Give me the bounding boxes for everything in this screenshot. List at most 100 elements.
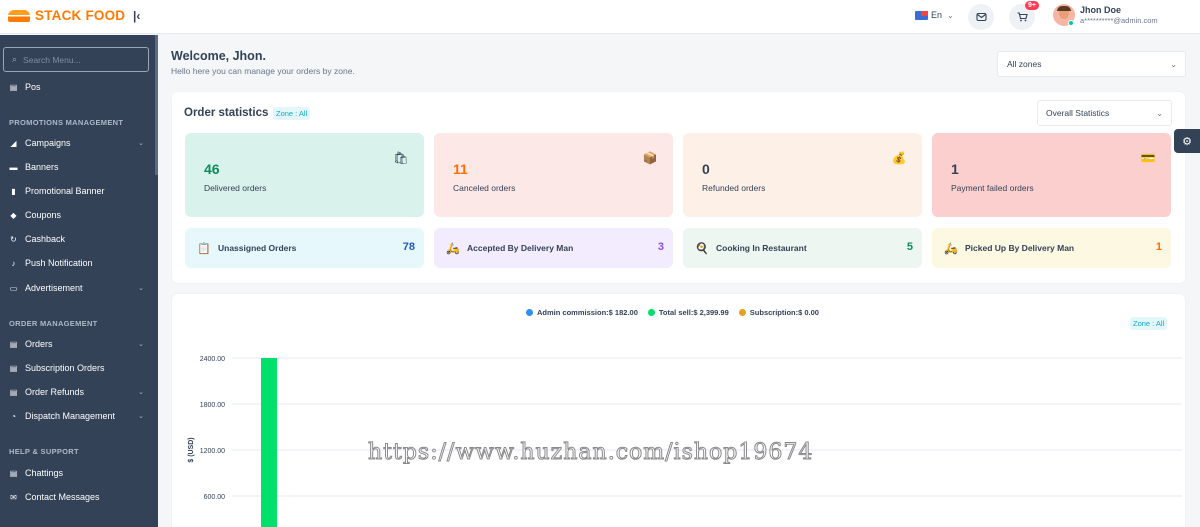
status-label: Picked Up By Delivery Man — [965, 243, 1075, 253]
section-title-promotions: PROMOTIONS MANAGEMENT — [9, 118, 124, 127]
zone-select[interactable]: All zones ⌄ — [997, 51, 1186, 77]
sidebar-item-label: Order Refunds — [25, 387, 85, 397]
legend-dot — [526, 309, 533, 316]
stat-label: Payment failed orders — [951, 183, 1034, 193]
user-name: Jhon Doe — [1080, 4, 1122, 15]
status-count: 3 — [657, 241, 664, 253]
status-label: Accepted By Delivery Man — [467, 243, 574, 253]
page-title: Welcome, Jhon. — [171, 49, 266, 63]
sidebar-item-label: Promotional Banner — [25, 186, 105, 196]
gear-icon: ⚙ — [1182, 135, 1192, 148]
burger-logo-icon — [8, 9, 30, 22]
legend-entry[interactable]: Total sell:$ 2,399.99 — [647, 308, 729, 317]
accepted-icon: 🛵 — [446, 242, 460, 255]
message-icon — [975, 12, 987, 22]
chart-zone-badge: Zone : All — [1130, 317, 1168, 330]
orders-icon: ▤ — [9, 339, 18, 349]
bar-total-sell[interactable] — [261, 358, 277, 527]
stat-value: 1 — [951, 161, 959, 177]
chevron-down-icon: ⌄ — [1156, 108, 1163, 118]
legend-dot — [738, 309, 746, 316]
top-header: STACK FOOD |‹ En ⌄ 9+ Jhon Doe a********… — [0, 0, 1200, 34]
online-status-dot — [1068, 20, 1074, 26]
legend-entry[interactable]: Subscription:$ 0.00 — [738, 308, 819, 317]
status-label: Cooking In Restaurant — [716, 243, 807, 253]
sidebar-item-label: Cashback — [25, 234, 66, 244]
sidebar-item-coupons[interactable]: ◆ Coupons — [8, 207, 148, 223]
settings-gear-button[interactable]: ⚙ — [1174, 129, 1200, 153]
sidebar-item-cashback[interactable]: ↻ Cashback — [8, 231, 148, 247]
dispatch-icon: ◔ — [11, 411, 16, 421]
pickup-icon: 🛵 — [944, 242, 958, 255]
chevron-down-icon: ⌄ — [138, 140, 144, 147]
coupon-icon: ◆ — [10, 210, 17, 220]
delivered-icon: 🛍 — [393, 151, 409, 165]
brand-name: STACK FOOD — [35, 8, 126, 23]
legend-entry[interactable]: Admin commission:$ 182.00 — [526, 308, 638, 317]
status-card-picked-up-by-delivery-man[interactable]: 🛵 Picked Up By Delivery Man 1 — [932, 228, 1171, 268]
subscription-icon: ▤ — [9, 363, 18, 373]
sidebar-item-label: Dispatch Management — [25, 411, 116, 421]
sidebar-item-push-notification[interactable]: ♪ Push Notification — [8, 255, 148, 271]
sidebar-item-banners[interactable]: ▬ Banners — [8, 159, 148, 175]
cart-button[interactable]: 9+ — [1009, 1, 1039, 30]
megaphone-icon: ◢ — [10, 138, 17, 148]
sidebar-item-dispatch-management[interactable]: ◔ Dispatch Management ⌄ — [8, 408, 148, 424]
sidebar-item-campaigns[interactable]: ◢ Campaigns ⌄ — [8, 135, 148, 151]
status-card-cooking-in-restaurant[interactable]: 🍳 Cooking In Restaurant 5 — [683, 228, 922, 268]
sidebar-item-label: Pos — [25, 82, 41, 92]
search-input[interactable] — [23, 54, 134, 65]
legend-label: Subscription:$ 0.00 — [749, 308, 819, 317]
sidebar-scrollbar[interactable] — [155, 35, 158, 175]
mail-icon: ✉ — [10, 492, 17, 502]
sidebar-item-promotional-banner[interactable]: ▮ Promotional Banner — [8, 183, 148, 199]
status-card-accepted-by-delivery-man[interactable]: 🛵 Accepted By Delivery Man 3 — [434, 228, 673, 268]
y-tick-label: 2400.00 — [200, 356, 225, 363]
messages-button[interactable] — [968, 4, 994, 30]
sidebar-item-label: Subscription Orders — [25, 363, 105, 373]
advertisement-icon: ▭ — [9, 283, 18, 293]
status-label: Unassigned Orders — [218, 243, 297, 253]
canceled-icon: 📦 — [642, 151, 658, 165]
cooking-icon: 🍳 — [695, 242, 709, 255]
status-count: 78 — [402, 241, 415, 253]
section-title-orders: ORDER MANAGEMENT — [9, 319, 98, 328]
stat-label: Refunded orders — [702, 183, 766, 193]
statistics-period-value: Overall Statistics — [1046, 108, 1110, 118]
chevron-down-icon: ⌄ — [1170, 59, 1177, 69]
zone-badge: Zone : All — [273, 107, 311, 120]
sidebar-item-orders[interactable]: ▤ Orders ⌄ — [8, 336, 148, 352]
chevron-down-icon: ⌄ — [138, 413, 144, 420]
sidebar-item-contact-messages[interactable]: ✉ Contact Messages — [8, 489, 148, 505]
chart-legend: Admin commission:$ 182.00 Total sell:$ 2,… — [526, 308, 829, 317]
stat-value: 0 — [702, 161, 710, 177]
sidebar-item-label: Chattings — [25, 468, 64, 478]
sidebar-item-advertisement[interactable]: ▭ Advertisement ⌄ — [8, 280, 148, 296]
language-selector[interactable]: En ⌄ — [915, 10, 954, 20]
stat-card-refunded-orders[interactable]: 0 Refunded orders 💰 — [683, 133, 922, 217]
bell-icon: ♪ — [11, 258, 16, 268]
sidebar-item-label: Banners — [25, 162, 59, 172]
watermark-text: https://www.huzhan.com/ishop19674 — [367, 440, 814, 466]
sidebar-item-chattings[interactable]: ▤ Chattings — [8, 465, 148, 481]
cashback-icon: ↻ — [10, 234, 17, 244]
stat-card-payment-failed-orders[interactable]: 1 Payment failed orders 💳 — [932, 133, 1171, 217]
page-subtitle: Hello here you can manage your orders by… — [171, 66, 355, 76]
status-card-unassigned-orders[interactable]: 📋 Unassigned Orders 78 — [185, 228, 424, 268]
stat-card-delivered-orders[interactable]: 46 Delivered orders 🛍 — [185, 133, 424, 217]
statistics-period-select[interactable]: Overall Statistics ⌄ — [1037, 100, 1172, 126]
collapse-sidebar-icon[interactable]: |‹ — [133, 9, 140, 23]
order-statistics-title: Order statistics — [184, 107, 269, 119]
legend-dot — [647, 309, 655, 316]
sidebar-item-order-refunds[interactable]: ▤ Order Refunds ⌄ — [8, 384, 148, 400]
cart-icon — [1017, 12, 1028, 22]
sidebar-item-label: Campaigns — [25, 138, 71, 148]
cart-badge: 9+ — [1025, 1, 1039, 10]
sidebar-item-label: Push Notification — [25, 258, 93, 268]
brand-logo[interactable]: STACK FOOD — [8, 8, 125, 23]
sidebar-item-pos[interactable]: ▤ Pos — [8, 79, 148, 95]
sidebar-item-subscription-orders[interactable]: ▤ Subscription Orders — [8, 360, 148, 376]
legend-label: Admin commission:$ 182.00 — [537, 308, 638, 317]
stat-card-canceled-orders[interactable]: 11 Canceled orders 📦 — [434, 133, 673, 217]
user-email: a**********@admin.com — [1080, 15, 1158, 25]
